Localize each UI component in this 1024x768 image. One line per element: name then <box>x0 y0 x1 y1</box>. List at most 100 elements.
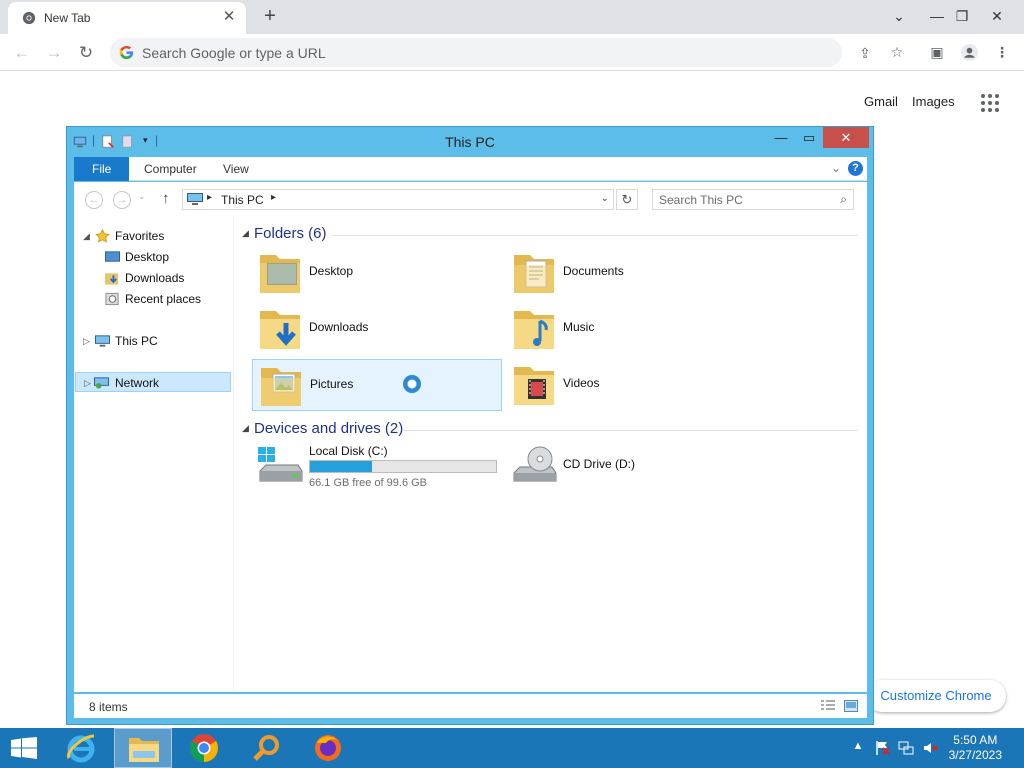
ribbon-tab-file[interactable]: File <box>74 157 130 181</box>
nav-downloads[interactable]: Downloads <box>105 268 225 288</box>
start-button[interactable] <box>0 728 48 768</box>
collapse-group-icon[interactable]: ◢ <box>242 228 249 239</box>
search-input[interactable] <box>659 192 829 207</box>
videos-folder-icon <box>514 367 554 405</box>
collapse-arrow-icon[interactable]: ◢ <box>83 226 90 246</box>
large-icons-view-icon[interactable] <box>844 700 858 712</box>
back-button[interactable]: ← <box>9 40 35 66</box>
tab-close-icon[interactable]: ✕ <box>220 8 238 26</box>
ribbon-tab-computer[interactable]: Computer <box>130 157 211 181</box>
breadcrumb-arrow-icon[interactable]: ▸ <box>271 192 276 203</box>
main-pane: ◢ Folders (6) Desktop Documents Download… <box>242 216 862 692</box>
refresh-icon[interactable]: ↻ <box>616 189 638 210</box>
breadcrumb-arrow-icon[interactable]: ▸ <box>207 192 212 203</box>
taskbar-file-explorer[interactable] <box>114 728 172 768</box>
tab-search-icon[interactable]: ⌄ <box>884 4 914 28</box>
show-hidden-icons[interactable]: ▲ <box>850 740 866 756</box>
details-view-icon[interactable] <box>821 700 835 712</box>
recent-locations-icon[interactable]: ⌄ <box>138 191 146 202</box>
desktop-icon <box>105 251 120 262</box>
profile-avatar-icon[interactable] <box>960 43 979 62</box>
folder-downloads[interactable]: Downloads <box>252 303 502 355</box>
expand-arrow-icon[interactable]: ▷ <box>84 373 91 393</box>
recent-places-icon <box>105 292 119 306</box>
tab-new-tab[interactable]: New Tab ✕ <box>8 2 246 34</box>
devices-group-header[interactable]: ◢ Devices and drives (2) <box>242 419 858 441</box>
this-pc-icon <box>95 335 110 347</box>
up-icon[interactable]: ↑ <box>162 190 170 207</box>
folder-desktop[interactable]: Desktop <box>252 247 502 299</box>
nav-this-pc[interactable]: ▷ This PC <box>83 331 225 351</box>
nav-desktop[interactable]: Desktop <box>105 247 225 267</box>
bookmark-star-icon[interactable]: ☆ <box>888 43 906 61</box>
forward-icon[interactable]: → <box>113 191 131 209</box>
side-panel-icon[interactable]: ▣ <box>928 43 946 61</box>
chrome-toolbar: ← → ↻ ⇪ ☆ ▣ ⋮ <box>0 34 1024 71</box>
restore-button[interactable]: ❐ <box>947 4 977 28</box>
expand-arrow-icon[interactable]: ▷ <box>83 331 90 351</box>
explorer-minimize-button[interactable]: — <box>767 127 795 148</box>
chrome-menu-icon[interactable]: ⋮ <box>993 43 1011 61</box>
folder-pictures[interactable]: Pictures <box>252 359 502 411</box>
help-icon[interactable]: ? <box>848 161 863 176</box>
folder-music[interactable]: Music <box>506 303 756 355</box>
close-window-button[interactable]: ✕ <box>982 4 1012 28</box>
breadcrumb-this-pc[interactable]: This PC <box>221 193 264 207</box>
expand-ribbon-icon[interactable]: ⌄ <box>831 161 841 175</box>
tab-title: New Tab <box>44 11 91 25</box>
share-icon[interactable]: ⇪ <box>856 44 874 62</box>
omnibox[interactable]: ⇪ <box>110 38 871 67</box>
navigation-pane: ◢ Favorites Desktop Downloads Recent pla… <box>74 216 234 692</box>
nav-network[interactable]: ▷ Network <box>75 372 231 392</box>
cd-drive-icon <box>513 446 557 482</box>
forward-button[interactable]: → <box>41 40 67 66</box>
downloads-folder-icon <box>260 311 300 349</box>
taskbar-search-app[interactable] <box>238 728 296 768</box>
internet-explorer-icon <box>67 734 95 763</box>
taskbar-clock[interactable]: 5:50 AM 3/27/2023 <box>949 733 1002 763</box>
explorer-title-bar[interactable]: | ▾ | This PC — ▭ ✕ <box>67 127 873 157</box>
downloads-icon <box>105 273 119 285</box>
customize-chrome-button[interactable]: Customize Chrome <box>866 680 1006 712</box>
disk-usage-bar <box>309 460 497 473</box>
volume-muted-icon[interactable] <box>922 740 938 756</box>
address-bar[interactable]: ▸ This PC ▸ ⌄ <box>182 189 614 210</box>
action-center-flag-icon[interactable] <box>874 740 890 756</box>
star-icon <box>95 229 110 243</box>
gmail-link[interactable]: Gmail <box>864 94 898 109</box>
google-apps-icon[interactable] <box>981 94 999 112</box>
folder-videos[interactable]: Videos <box>506 359 756 411</box>
network-icon <box>94 377 109 389</box>
reload-button[interactable]: ↻ <box>73 40 99 66</box>
chrome-tab-strip: New Tab ✕ + ⌄ — ❐ ✕ <box>0 0 1024 34</box>
address-dropdown-icon[interactable]: ⌄ <box>601 193 609 204</box>
drive-cd-d[interactable]: CD Drive (D:) <box>506 441 756 493</box>
nav-recent-places[interactable]: Recent places <box>105 289 225 309</box>
images-link[interactable]: Images <box>912 94 955 109</box>
back-icon[interactable]: ← <box>85 191 103 209</box>
address-toolbar: ← → ⌄ ↑ ▸ This PC ▸ ⌄ ↻ ⌕ <box>74 182 867 216</box>
explorer-close-button[interactable]: ✕ <box>823 127 869 148</box>
taskbar-internet-explorer[interactable] <box>52 728 110 768</box>
omnibox-input[interactable] <box>142 43 742 62</box>
collapse-group-icon[interactable]: ◢ <box>242 423 249 434</box>
taskbar-firefox[interactable] <box>300 728 358 768</box>
network-tray-icon[interactable] <box>898 740 914 756</box>
windows-drive-icon <box>258 447 303 482</box>
ribbon-tab-view[interactable]: View <box>209 157 263 181</box>
drive-local-disk-c[interactable]: Local Disk (C:) 66.1 GB free of 99.6 GB <box>252 441 502 493</box>
new-tab-button[interactable]: + <box>258 5 282 29</box>
documents-folder-icon <box>514 255 554 293</box>
firefox-icon <box>315 735 341 761</box>
taskbar-chrome[interactable] <box>176 728 234 768</box>
search-box[interactable]: ⌕ <box>652 189 854 210</box>
this-pc-icon <box>187 193 203 205</box>
magnifier-icon <box>253 735 279 761</box>
folders-group-header[interactable]: ◢ Folders (6) <box>242 224 858 246</box>
folder-documents[interactable]: Documents <box>506 247 756 299</box>
nav-favorites[interactable]: ◢ Favorites <box>83 226 225 246</box>
explorer-content: ◢ Favorites Desktop Downloads Recent pla… <box>74 216 867 692</box>
clock-date: 3/27/2023 <box>948 748 1002 762</box>
explorer-title: This PC <box>445 134 495 150</box>
explorer-maximize-button[interactable]: ▭ <box>795 127 823 148</box>
